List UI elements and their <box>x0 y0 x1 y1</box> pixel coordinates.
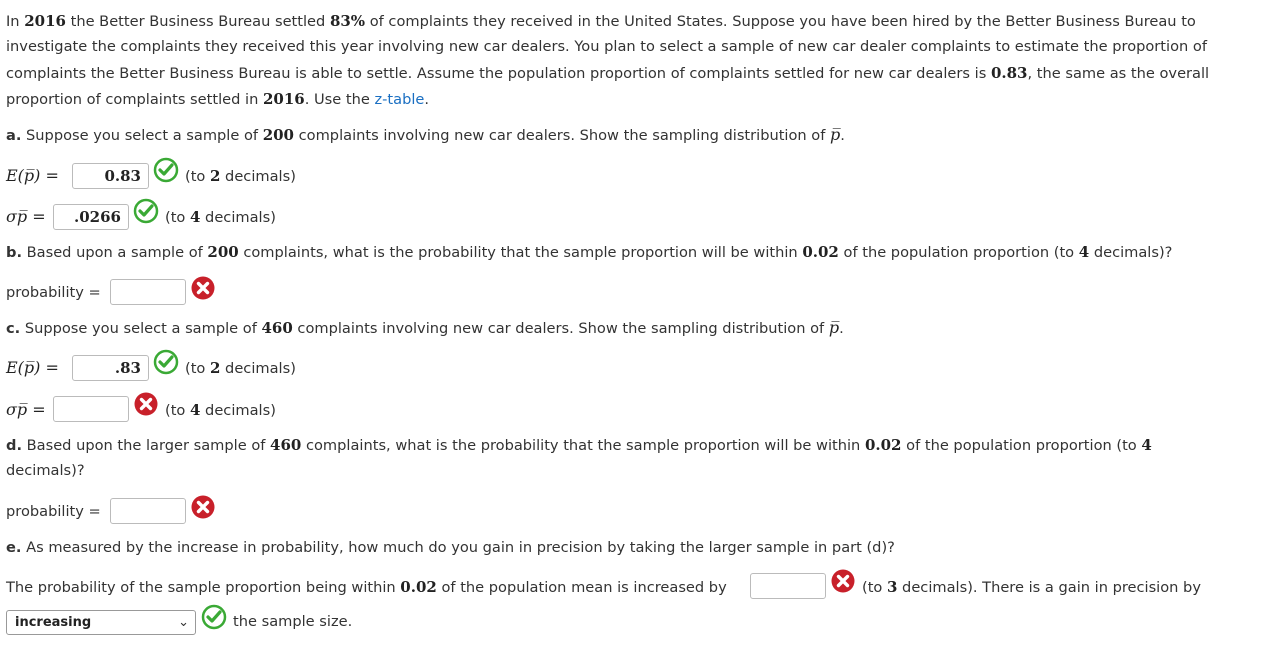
intro-line: complaints the Better Business Bureau is… <box>6 60 1209 86</box>
text: Based upon a sample of <box>22 244 208 261</box>
math-value: p̅ <box>830 125 841 144</box>
decimals-note: (to 4 decimals) <box>165 208 276 226</box>
intro-line: In 2016 the Better Business Bureau settl… <box>6 8 1196 34</box>
x-icon <box>830 568 856 594</box>
text: , the same as the overall <box>1027 65 1210 82</box>
part-b-probability-input[interactable] <box>110 279 186 305</box>
check-icon <box>201 604 227 630</box>
std-error-label: σp̅ = <box>6 207 46 226</box>
text: . <box>839 320 844 337</box>
text: decimals)? <box>1089 244 1173 261</box>
precision-select[interactable]: increasing ⌄ <box>6 610 196 635</box>
chevron-down-icon: ⌄ <box>178 615 189 630</box>
decimals-note: (to 2 decimals) <box>185 167 296 185</box>
text: of complaints they received in the Unite… <box>365 13 1196 30</box>
part-label: e. <box>6 539 22 556</box>
text: complaints involving new car dealers. Sh… <box>292 320 829 337</box>
std-error-label: σp̅ = <box>6 400 46 419</box>
decimals-note: (to 4 decimals) <box>165 401 276 419</box>
math-value: 2016 <box>24 12 66 30</box>
text: . <box>424 91 430 108</box>
text: complaints the Better Business Bureau is… <box>6 65 991 82</box>
text: the Better Business Bureau settled <box>65 13 330 30</box>
math-value: 460 <box>261 319 293 337</box>
x-icon <box>190 494 216 520</box>
part-c-mean-input[interactable]: .83 <box>72 355 149 381</box>
math-value: 0.02 <box>864 436 902 454</box>
text: . Use the <box>304 91 375 108</box>
z-table-link[interactable]: z-table <box>375 91 425 108</box>
text: Suppose you select a sample of <box>20 320 262 337</box>
part-d-probability-input[interactable] <box>110 498 186 524</box>
check-icon <box>133 198 159 224</box>
part-label: c. <box>6 320 21 337</box>
part-e-note: (to 3 decimals). There is a gain in prec… <box>862 578 1201 596</box>
part-c-question: c. Suppose you select a sample of 460 co… <box>6 315 844 341</box>
part-e-tail: the sample size. <box>233 613 353 630</box>
intro-line: proportion of complaints settled in 2016… <box>6 86 429 112</box>
math-value: 0.83 <box>990 64 1028 82</box>
math-value: 200 <box>207 243 239 261</box>
x-icon <box>133 391 159 417</box>
part-label: a. <box>6 127 22 144</box>
math-value: p̅ <box>828 318 840 337</box>
part-e-increase-input[interactable] <box>750 573 826 599</box>
part-a-sd-input[interactable]: .0266 <box>53 204 129 230</box>
text: of the population proportion (to <box>901 437 1142 454</box>
part-label: d. <box>6 437 22 454</box>
check-icon <box>153 349 179 375</box>
decimals-note: (to 2 decimals) <box>185 359 296 377</box>
math-value: 460 <box>270 436 302 454</box>
text: Suppose you select a sample of <box>21 127 263 144</box>
text: Based upon the larger sample of <box>22 437 271 454</box>
part-label: b. <box>6 244 22 261</box>
x-icon <box>190 275 216 301</box>
part-a-question: a. Suppose you select a sample of 200 co… <box>6 122 845 148</box>
part-a-mean-input[interactable]: 0.83 <box>72 163 149 189</box>
text: proportion of complaints settled in <box>6 91 263 108</box>
part-d-question-cont: decimals)? <box>6 458 85 484</box>
math-value: 2016 <box>262 90 305 108</box>
text: complaints involving new car dealers. Sh… <box>294 127 831 144</box>
math-value: 4 <box>1141 436 1152 454</box>
intro-line: investigate the complaints they received… <box>6 34 1207 60</box>
part-e-question: e. As measured by the increase in probab… <box>6 535 895 561</box>
probability-label: probability = <box>6 284 101 301</box>
text: In <box>6 13 25 30</box>
expected-value-label: E(p̅) = <box>6 166 59 185</box>
math-value: 83% <box>329 12 366 30</box>
part-c-sd-input[interactable] <box>53 396 129 422</box>
select-value: increasing <box>15 615 92 630</box>
text: . <box>840 127 845 144</box>
math-value: 200 <box>262 126 294 144</box>
text: investigate the complaints they received… <box>6 38 1207 55</box>
text: complaints, what is the probability that… <box>301 437 865 454</box>
expected-value-label: E(p̅) = <box>6 358 59 377</box>
part-d-question: d. Based upon the larger sample of 460 c… <box>6 432 1152 458</box>
text: of the population proportion (to <box>838 244 1079 261</box>
text: complaints, what is the probability that… <box>238 244 803 261</box>
probability-label: probability = <box>6 503 101 520</box>
math-value: 0.02 <box>802 243 839 261</box>
text: decimals)? <box>6 462 85 479</box>
check-icon <box>153 157 179 183</box>
text: As measured by the increase in probabili… <box>21 539 895 556</box>
math-value: 4 <box>1078 243 1090 261</box>
part-b-question: b. Based upon a sample of 200 complaints… <box>6 239 1172 265</box>
part-e-sentence: The probability of the sample proportion… <box>6 578 727 596</box>
